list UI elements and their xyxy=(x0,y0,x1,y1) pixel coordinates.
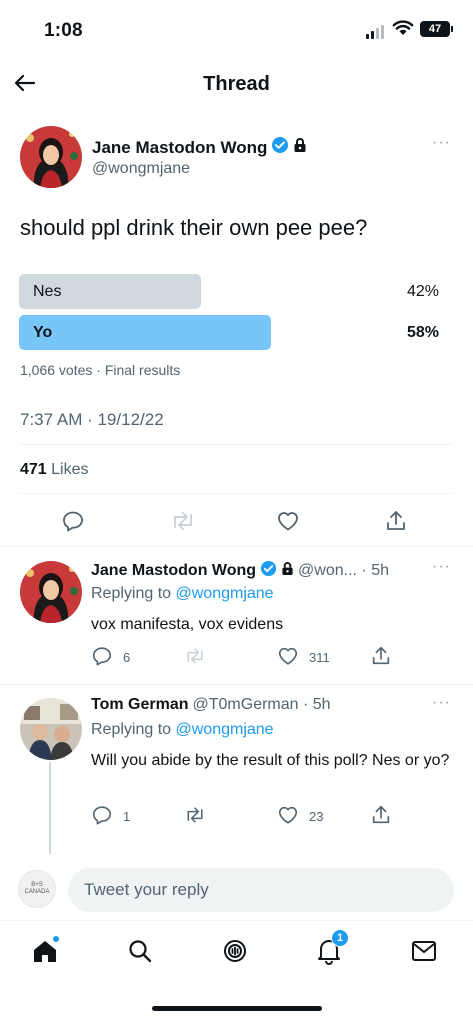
poll-option-label: Nes xyxy=(33,282,62,300)
share-button[interactable] xyxy=(370,645,392,670)
replying-to-mention[interactable]: @wongmjane xyxy=(176,585,274,602)
divider xyxy=(20,493,453,494)
reply-text: Will you abide by the result of this pol… xyxy=(91,752,450,769)
wifi-icon xyxy=(392,20,414,41)
avatar[interactable] xyxy=(20,126,82,188)
reply-button[interactable]: 1 xyxy=(91,804,130,829)
reply-input[interactable]: Tweet your reply xyxy=(68,868,454,912)
divider xyxy=(0,684,473,685)
page-title: Thread xyxy=(203,73,270,95)
poll-option-yo: Yo xyxy=(19,315,271,350)
status-bar: 1:08 47 xyxy=(0,0,473,58)
replying-to: Replying to @wongmjane xyxy=(91,585,274,603)
poll-option-nes: Nes xyxy=(19,274,201,309)
share-icon xyxy=(384,509,408,536)
verified-badge-icon xyxy=(271,136,289,159)
reply-button[interactable]: 6 xyxy=(91,645,130,670)
divider xyxy=(0,546,473,547)
lock-icon xyxy=(281,561,294,581)
battery-icon: 47 xyxy=(420,21,453,37)
poll-option-percent: 58% xyxy=(406,324,439,341)
avatar[interactable] xyxy=(20,561,82,623)
reply-author-name[interactable]: Tom German xyxy=(91,696,189,714)
thread-line xyxy=(49,762,51,854)
retweet-button[interactable] xyxy=(170,509,196,536)
divider xyxy=(20,444,453,445)
retweet-button[interactable] xyxy=(184,645,216,670)
like-icon xyxy=(277,645,299,670)
share-icon xyxy=(370,645,392,670)
replying-to-prefix: Replying to xyxy=(91,585,172,602)
verified-badge-icon xyxy=(260,560,277,582)
tab-messages[interactable] xyxy=(404,933,444,973)
likes-label: Likes xyxy=(51,461,89,478)
poll-option-label: Yo xyxy=(33,323,53,341)
tab-search[interactable] xyxy=(120,933,160,973)
poll-option-percent: 42% xyxy=(406,283,439,300)
share-button[interactable] xyxy=(384,509,408,536)
retweet-icon xyxy=(184,804,206,829)
like-count: 311 xyxy=(309,650,330,665)
replying-to: Replying to @wongmjane xyxy=(91,721,274,739)
tab-notifications[interactable]: 1 xyxy=(309,929,349,973)
retweet-icon xyxy=(170,509,196,536)
lock-icon xyxy=(293,137,307,158)
reply-author-row: Jane Mastodon Wong @won... · 5h xyxy=(91,560,389,582)
reply-handle-time: @won... · 5h xyxy=(298,562,389,579)
tweet-text: should ppl drink their own pee pee? xyxy=(20,215,368,240)
reply-author-row: Tom German @T0mGerman · 5h xyxy=(91,696,331,714)
cellular-signal-icon xyxy=(366,25,384,39)
poll-meta: 1,066 votes · Final results xyxy=(20,362,181,378)
composer-avatar: B+S CANADA xyxy=(18,870,56,908)
replying-to-prefix: Replying to xyxy=(91,721,172,738)
share-button[interactable] xyxy=(370,804,392,829)
avatar[interactable] xyxy=(20,698,82,760)
notifications-badge: 1 xyxy=(331,929,349,947)
reply-count: 6 xyxy=(123,650,131,665)
like-icon xyxy=(277,804,299,829)
search-icon xyxy=(127,938,153,969)
messages-icon xyxy=(411,939,437,968)
reply-count: 1 xyxy=(123,809,131,824)
reply-icon xyxy=(91,645,113,670)
like-button[interactable] xyxy=(276,509,300,536)
retweet-button[interactable] xyxy=(184,804,216,829)
reply-icon xyxy=(61,509,85,536)
home-indicator xyxy=(152,1006,322,1011)
tweet-timestamp: 7:37 AM · 19/12/22 xyxy=(20,410,164,429)
tab-spaces[interactable] xyxy=(215,933,255,973)
likes-count[interactable]: 471 Likes xyxy=(20,461,89,479)
more-icon[interactable]: ··· xyxy=(432,558,451,576)
like-icon xyxy=(276,509,300,536)
like-count: 23 xyxy=(309,809,324,824)
like-button[interactable]: 23 xyxy=(277,804,323,829)
author-name[interactable]: Jane Mastodon Wong xyxy=(92,138,267,158)
reply-icon xyxy=(91,804,113,829)
share-icon xyxy=(370,804,392,829)
likes-number: 471 xyxy=(20,461,47,478)
top-nav: Thread xyxy=(0,58,473,112)
replying-to-mention[interactable]: @wongmjane xyxy=(176,721,274,738)
spaces-icon xyxy=(221,937,249,970)
tab-home[interactable] xyxy=(25,933,65,973)
author-handle[interactable]: @wongmjane xyxy=(92,160,190,178)
author-row: Jane Mastodon Wong xyxy=(92,136,307,159)
like-button[interactable]: 311 xyxy=(277,645,330,670)
more-icon[interactable]: ··· xyxy=(432,694,451,712)
reply-handle-time: @T0mGerman · 5h xyxy=(192,696,331,713)
bottom-tab-bar: 1 xyxy=(0,920,473,992)
more-icon[interactable]: ··· xyxy=(432,134,451,152)
new-content-dot xyxy=(53,936,59,942)
reply-author-name[interactable]: Jane Mastodon Wong xyxy=(91,562,256,580)
retweet-icon xyxy=(184,645,206,670)
status-time: 1:08 xyxy=(44,20,83,41)
reply-button[interactable] xyxy=(61,509,85,536)
reply-composer: B+S CANADA Tweet your reply xyxy=(0,858,473,920)
reply-text: vox manifesta, vox evidens xyxy=(91,616,284,633)
